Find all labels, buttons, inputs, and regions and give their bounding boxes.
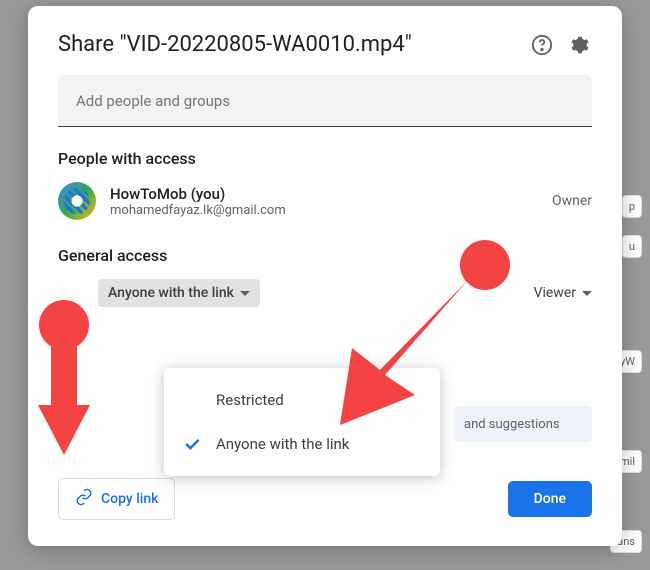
bg-frag: p (622, 195, 642, 218)
access-option-anyone[interactable]: Anyone with the link (164, 422, 440, 466)
bg-frag: u (622, 235, 642, 258)
access-scope-selected: Anyone with the link (108, 285, 234, 301)
copy-link-button[interactable]: Copy link (58, 478, 175, 520)
access-scope-dropdown[interactable]: Anyone with the link (98, 279, 260, 307)
person-row: HowToMob (you) mohamedfayaz.lk@gmail.com… (58, 182, 592, 220)
access-option-label: Restricted (216, 391, 284, 409)
person-name: HowToMob (you) (110, 185, 286, 203)
copy-link-label: Copy link (101, 491, 158, 507)
chevron-down-icon (240, 291, 250, 296)
chevron-down-icon (582, 291, 592, 296)
dialog-header: Share "VID-20220805-WA0010.mp4" (58, 32, 592, 57)
person-role: Owner (552, 193, 592, 209)
access-role-label: Viewer (534, 285, 576, 301)
message-hint-fragment: and suggestions (454, 406, 592, 442)
gear-icon[interactable] (568, 33, 592, 57)
done-button[interactable]: Done (508, 481, 592, 517)
header-icons (530, 33, 592, 57)
access-option-restricted[interactable]: Restricted (164, 378, 440, 422)
dialog-title: Share "VID-20220805-WA0010.mp4" (58, 32, 412, 57)
add-people-input[interactable] (58, 75, 592, 127)
help-icon[interactable] (530, 33, 554, 57)
people-with-access-heading: People with access (58, 149, 592, 168)
access-role-dropdown[interactable]: Viewer (534, 285, 592, 301)
share-dialog: Share "VID-20220805-WA0010.mp4" People w… (28, 6, 622, 546)
general-access-row: Anyone with the link Viewer (58, 279, 592, 307)
general-access-heading: General access (58, 246, 592, 265)
check-icon (182, 434, 202, 454)
avatar (58, 182, 96, 220)
person-email: mohamedfayaz.lk@gmail.com (110, 203, 286, 218)
access-scope-menu: Restricted Anyone with the link (164, 368, 440, 476)
link-icon (75, 488, 93, 510)
dialog-footer: Copy link Done (58, 478, 592, 520)
access-option-label: Anyone with the link (216, 435, 349, 453)
